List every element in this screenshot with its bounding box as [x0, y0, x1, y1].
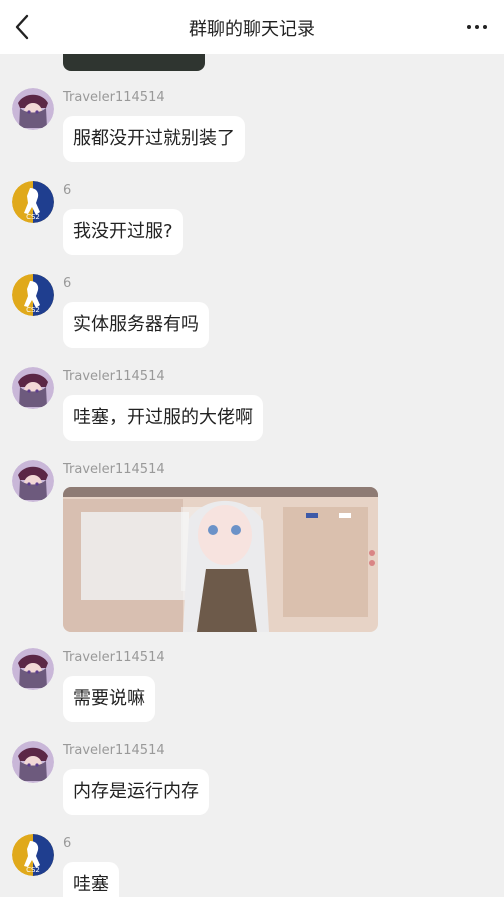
message-bubble[interactable]: 需要说嘛	[63, 676, 155, 722]
avatar-traveler[interactable]	[12, 648, 54, 690]
chat-history[interactable]: Traveler114514 服都没开过就别装了 CS2 6 我没开过服? CS…	[0, 54, 504, 897]
sender-name: 6	[63, 836, 72, 851]
sender-name: Traveler114514	[63, 90, 165, 105]
avatar-6[interactable]: CS2	[12, 834, 54, 876]
avatar-traveler[interactable]	[12, 367, 54, 409]
message-bubble[interactable]: 内存是运行内存	[63, 769, 209, 815]
sender-name: 6	[63, 183, 72, 198]
previous-image-fragment	[63, 54, 205, 71]
message-image[interactable]	[63, 487, 378, 632]
message-bubble[interactable]: 哇塞，开过服的大佬啊	[63, 395, 263, 441]
message-bubble[interactable]: 服都没开过就别装了	[63, 116, 245, 162]
page-title: 群聊的聊天记录	[189, 19, 315, 40]
sender-name: Traveler114514	[63, 462, 165, 477]
avatar-traveler[interactable]	[12, 88, 54, 130]
avatar-6[interactable]: CS2	[12, 274, 54, 316]
message-bubble[interactable]: 我没开过服?	[63, 209, 183, 255]
sender-name: Traveler114514	[63, 650, 165, 665]
avatar-traveler[interactable]	[12, 741, 54, 783]
more-icon[interactable]	[462, 12, 492, 42]
message-bubble[interactable]: 实体服务器有吗	[63, 302, 209, 348]
sender-name: 6	[63, 276, 72, 291]
message-bubble[interactable]: 哇塞	[63, 862, 119, 897]
avatar-traveler[interactable]	[12, 460, 54, 502]
sender-name: Traveler114514	[63, 369, 165, 384]
svg-text:CS2: CS2	[26, 866, 40, 874]
svg-text:CS2: CS2	[26, 213, 40, 221]
avatar-6[interactable]: CS2	[12, 181, 54, 223]
top-bar: 群聊的聊天记录	[0, 0, 504, 54]
svg-text:CS2: CS2	[26, 306, 40, 314]
sender-name: Traveler114514	[63, 743, 165, 758]
